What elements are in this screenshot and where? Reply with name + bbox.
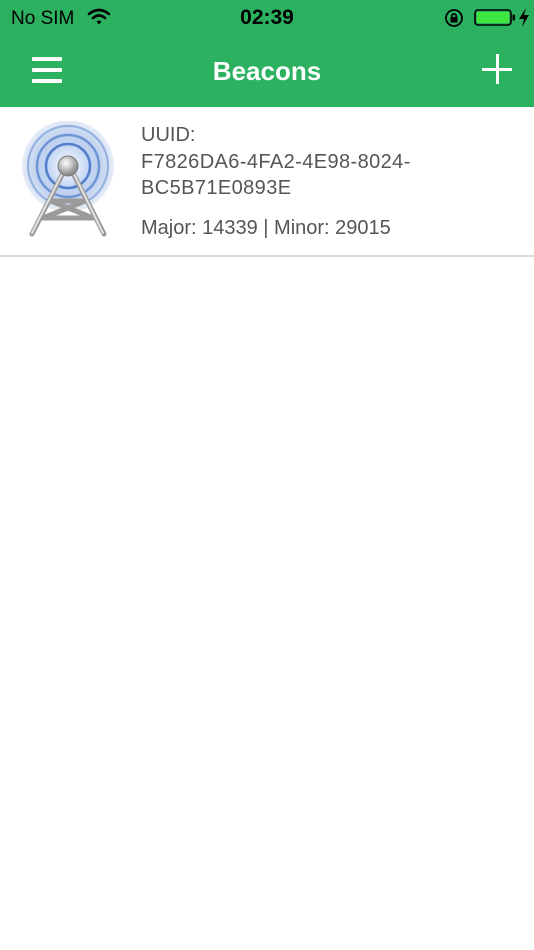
page-title: Beacons — [212, 56, 322, 86]
add-beacon-button[interactable] — [478, 50, 516, 88]
list-item[interactable]: UUID: F7826DA6-4FA2-4E98-8024- BC5B71E08… — [0, 107, 534, 257]
battery-icon — [474, 9, 515, 26]
beacon-list: UUID: F7826DA6-4FA2-4E98-8024- BC5B71E08… — [0, 107, 534, 257]
navigation-bar: Beacons — [0, 36, 534, 107]
radio-tower-icon — [22, 121, 114, 237]
orientation-lock-icon — [445, 9, 463, 27]
status-bar: No SIM 02:39 — [0, 0, 534, 36]
top-bar: No SIM 02:39 Beacons — [0, 0, 534, 107]
uuid-value-line-2: BC5B71E0893E — [141, 177, 292, 199]
charging-bolt-icon — [519, 8, 529, 27]
uuid-label: UUID: — [141, 124, 196, 146]
major-minor-text: Major: 14339 | Minor: 29015 — [141, 217, 391, 239]
uuid-value-line-1: F7826DA6-4FA2-4E98-8024- — [141, 151, 411, 173]
